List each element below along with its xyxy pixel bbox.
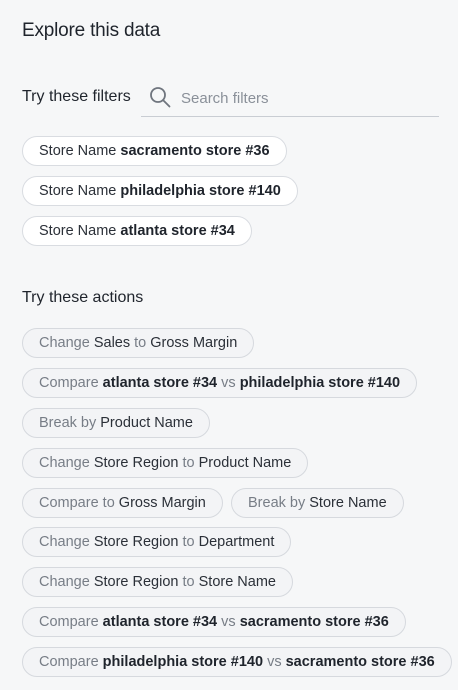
filter-field: Store Name xyxy=(39,223,117,239)
action-chip-break-by-product[interactable]: Break by Product Name xyxy=(22,408,210,438)
action-verb: Break by xyxy=(39,415,97,431)
action-chip-change-sales[interactable]: Change Sales to Gross Margin xyxy=(22,328,255,358)
search-filters-input[interactable] xyxy=(181,86,431,110)
action-subject: Store Name xyxy=(309,495,387,511)
action-joiner: to xyxy=(182,574,195,590)
action-subject: atlanta store #34 xyxy=(102,375,218,391)
filter-value: sacramento store #36 xyxy=(120,143,270,159)
action-subject: Store Region xyxy=(93,534,179,550)
action-chip-change-region-store[interactable]: Change Store Region to Store Name xyxy=(22,567,293,597)
action-chip-break-by-store[interactable]: Break by Store Name xyxy=(231,488,404,518)
action-joiner: to xyxy=(182,455,195,471)
action-verb: Break by xyxy=(248,495,306,511)
action-verb: Compare to xyxy=(39,495,115,511)
filter-value: atlanta store #34 xyxy=(120,223,235,239)
action-target: sacramento store #36 xyxy=(239,614,389,630)
action-verb: Change xyxy=(39,455,90,471)
action-verb: Compare xyxy=(39,614,99,630)
action-target: Department xyxy=(198,534,275,550)
actions-section-label: Try these actions xyxy=(22,289,144,306)
action-subject: Sales xyxy=(93,335,131,351)
action-target: Gross Margin xyxy=(150,335,238,351)
action-chip-change-region-department[interactable]: Change Store Region to Department xyxy=(22,527,292,557)
action-chip-compare-philadelphia-sacramento[interactable]: Compare philadelphia store #140 vs sacra… xyxy=(22,647,452,677)
action-subject: Product Name xyxy=(100,415,193,431)
action-joiner: vs xyxy=(267,654,282,670)
action-target: sacramento store #36 xyxy=(285,654,435,670)
action-chip-compare-to-margin[interactable]: Compare to Gross Margin xyxy=(22,488,223,518)
action-verb: Change xyxy=(39,534,90,550)
action-joiner: vs xyxy=(221,375,236,391)
action-joiner: to xyxy=(134,335,147,351)
action-verb: Change xyxy=(39,574,90,590)
action-subject: Store Region xyxy=(93,455,179,471)
action-joiner: to xyxy=(182,534,195,550)
action-target: Store Name xyxy=(198,574,276,590)
search-icon xyxy=(150,87,171,108)
filter-value: philadelphia store #140 xyxy=(120,183,281,199)
action-subject: Gross Margin xyxy=(118,495,206,511)
action-target: philadelphia store #140 xyxy=(239,375,401,391)
filter-chip[interactable]: Store Name philadelphia store #140 xyxy=(22,176,298,206)
action-chip-change-region-product[interactable]: Change Store Region to Product Name xyxy=(22,448,309,478)
filter-chip[interactable]: Store Name sacramento store #36 xyxy=(22,136,287,166)
filter-search-box xyxy=(141,82,439,117)
filter-field: Store Name xyxy=(39,183,117,199)
action-subject: atlanta store #34 xyxy=(102,614,218,630)
filter-field: Store Name xyxy=(39,143,117,159)
action-verb: Compare xyxy=(39,654,99,670)
action-chip-compare-atlanta-philadelphia[interactable]: Compare atlanta store #34 vs philadelphi… xyxy=(22,368,418,398)
action-target: Product Name xyxy=(198,455,292,471)
action-subject: Store Region xyxy=(93,574,179,590)
action-chip-compare-atlanta-sacramento[interactable]: Compare atlanta store #34 vs sacramento … xyxy=(22,607,406,637)
filters-section-label: Try these filters xyxy=(22,88,131,105)
action-verb: Change xyxy=(39,335,90,351)
filter-chip[interactable]: Store Name atlanta store #34 xyxy=(22,216,252,246)
panel-title: Explore this data xyxy=(22,20,161,41)
action-subject: philadelphia store #140 xyxy=(102,654,264,670)
action-joiner: vs xyxy=(221,614,236,630)
action-verb: Compare xyxy=(39,375,99,391)
